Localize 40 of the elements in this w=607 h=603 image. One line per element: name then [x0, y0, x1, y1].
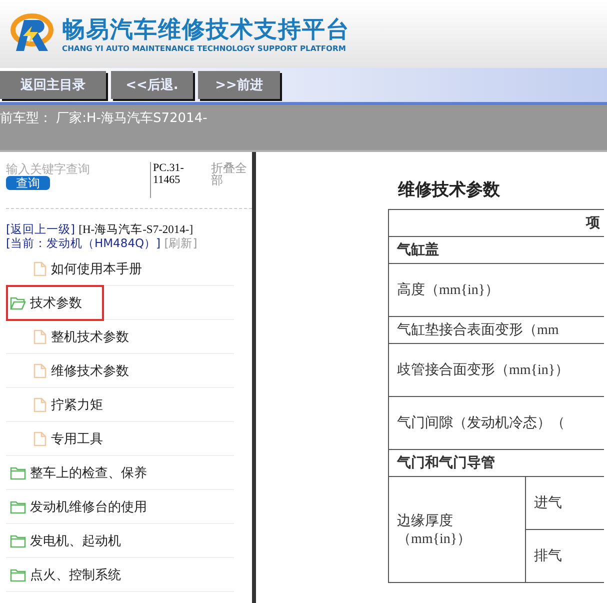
section-heading: 气门和气门导管: [388, 450, 604, 476]
tree-item[interactable]: 整车上的检查、保养: [6, 458, 151, 486]
nav-button[interactable]: >>前进: [198, 71, 280, 99]
folder-icon: [10, 566, 26, 582]
section-heading: 气缸盖: [388, 236, 604, 264]
model-label: 前车型： 厂家:H-海马汽车S72014-: [0, 105, 607, 150]
document-icon: [33, 396, 47, 412]
nav-button[interactable]: <<后退.: [111, 71, 193, 99]
search-button[interactable]: 查询: [6, 176, 50, 190]
table-cell: 歧管接合面变形（mm{in}）: [388, 344, 604, 396]
tree-item[interactable]: 整机技术参数: [29, 322, 133, 350]
table-cell: 高度（mm{in}）: [388, 264, 604, 316]
tree-item[interactable]: 拧紧力矩: [29, 390, 107, 418]
code-label: PC.31-11465: [150, 162, 205, 198]
search-field[interactable]: 输入关键字查询: [6, 162, 136, 176]
site-title: 畅易汽车维修技术支持平台: [62, 16, 350, 44]
table-cell: 气缸垫接合表面变形（mm: [388, 316, 604, 344]
tree-item[interactable]: 技术参数: [6, 284, 104, 320]
folder-icon: [10, 464, 26, 480]
tree-item[interactable]: 发电机、起动机: [6, 526, 125, 554]
current-label: [当前：发动机（HM484Q）]: [6, 236, 161, 250]
tree-item[interactable]: 点火、控制系统: [6, 560, 125, 588]
document-icon: [33, 328, 47, 344]
tree-item[interactable]: 如何使用本手册: [29, 254, 146, 282]
folder-icon: [10, 498, 26, 514]
table-cell: 边缘厚度（mm{in}）: [388, 476, 526, 582]
tree-item[interactable]: 维修技术参数: [29, 356, 133, 384]
document-title: 维修技术参数: [398, 179, 501, 201]
document-icon: [33, 430, 47, 446]
vehicle-label: [H-海马汽车-S7-2014-]: [78, 224, 194, 236]
table-cell: 气门间隙（发动机冷态）（: [388, 396, 604, 450]
open-folder-icon: [10, 294, 26, 310]
document-icon: [33, 362, 47, 378]
column-header: 项: [388, 210, 604, 236]
back-link[interactable]: [返回上一级]: [6, 222, 75, 236]
tree-item[interactable]: 发动机维修台的使用: [6, 492, 151, 520]
folder-icon: [10, 532, 26, 548]
tree-item[interactable]: 专用工具: [29, 424, 107, 452]
document-icon: [33, 260, 47, 276]
nav-button[interactable]: 返回主目录: [0, 71, 106, 99]
